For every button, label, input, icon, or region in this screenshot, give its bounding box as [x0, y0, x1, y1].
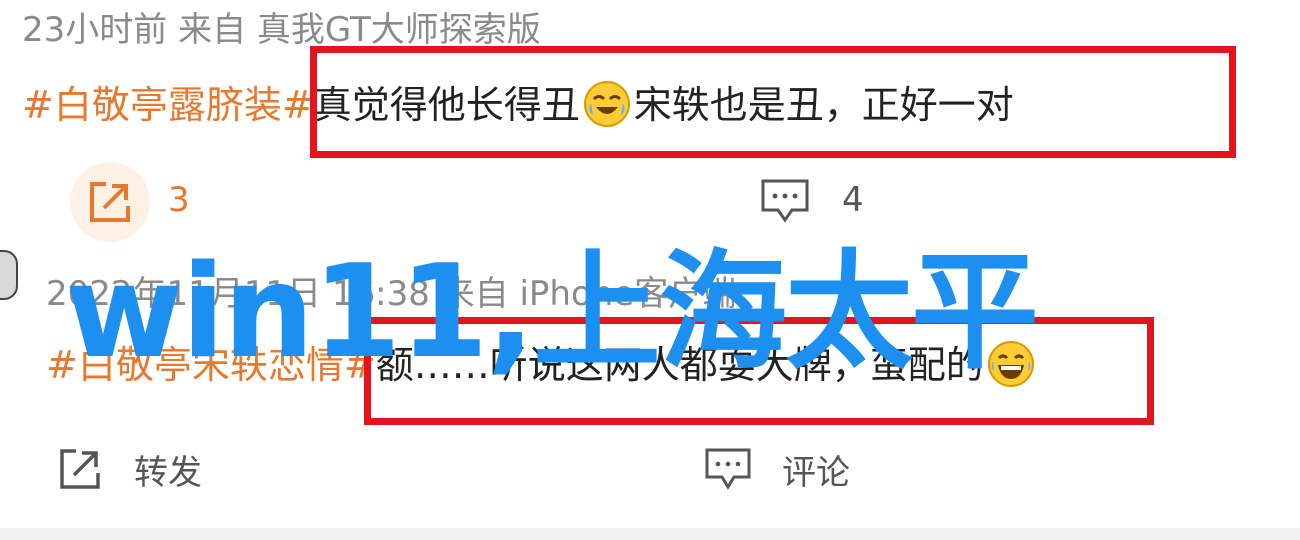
repost-button[interactable]: 转发 [134, 445, 202, 494]
highlight-box-1 [310, 46, 1236, 158]
post1-meta: 23小时前 来自 真我GT大师探索版 [22, 10, 541, 50]
comment-icon[interactable] [704, 447, 752, 491]
avatar[interactable] [0, 250, 18, 300]
share-icon[interactable] [56, 445, 104, 493]
overlay-title: win11,上海太平 [65, 238, 1039, 387]
post1-hashtag[interactable]: #白敬亭露脐装# [22, 83, 314, 127]
comment-button[interactable]: 评论 [782, 445, 850, 494]
bottom-divider [0, 528, 1300, 540]
